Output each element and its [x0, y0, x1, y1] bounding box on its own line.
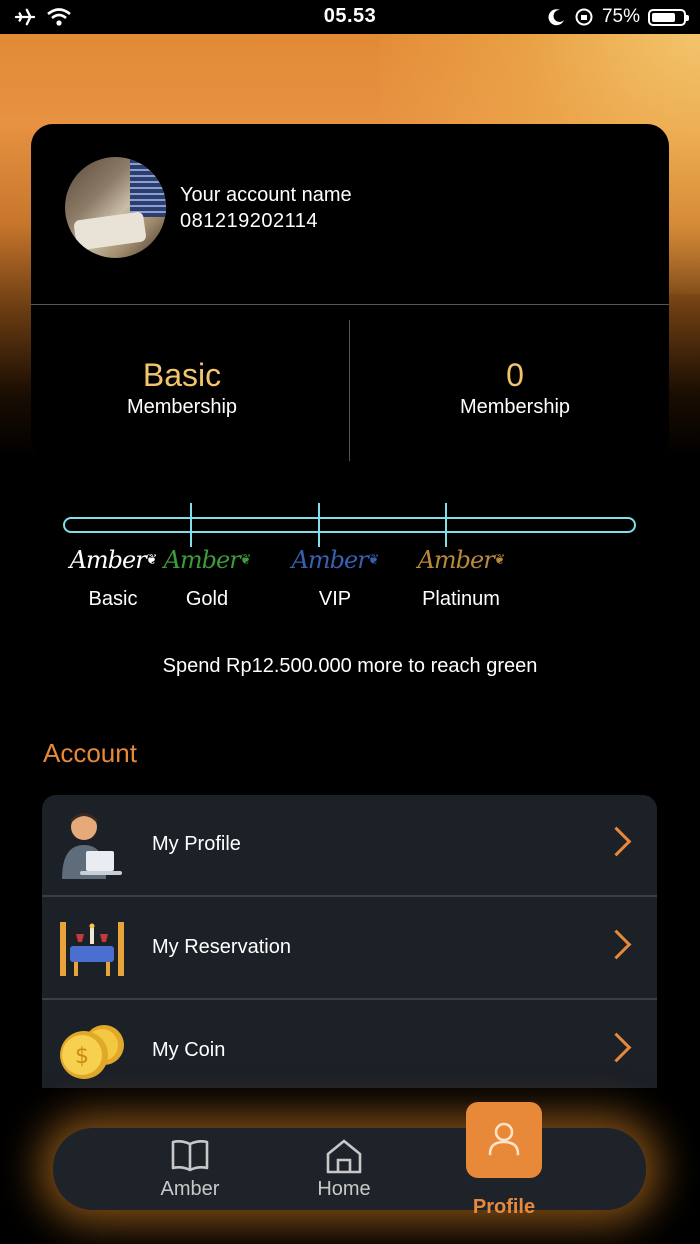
menu-item-my-profile[interactable]: My Profile: [42, 795, 657, 897]
moon-icon: [548, 9, 564, 26]
account-name: Your account name: [180, 184, 352, 206]
membership-tier-stat: Basic Membership: [32, 357, 332, 419]
nav-label-profile[interactable]: Profile: [454, 1196, 554, 1219]
section-title-account: Account: [43, 738, 137, 768]
book-icon: [171, 1140, 209, 1172]
account-card: Your account name 081219202114 Basic Mem…: [31, 124, 669, 461]
butterfly-icon: ❦: [239, 552, 252, 568]
person-laptop-icon: [62, 813, 122, 879]
menu-item-my-coin[interactable]: $ My Coin: [42, 1001, 657, 1088]
tier-vip: Amber❦ VIP: [280, 540, 390, 611]
status-bar: 05.53 75%: [0, 0, 700, 34]
butterfly-icon: ❦: [493, 552, 506, 568]
avatar-window: [130, 157, 166, 217]
avatar-bed: [73, 211, 147, 251]
battery-icon: [648, 8, 689, 26]
chevron-right-icon: [601, 826, 632, 857]
svg-text:$: $: [75, 1044, 89, 1069]
card-divider: [31, 304, 669, 305]
bottom-nav: Amber Home: [53, 1128, 646, 1210]
nav-item-amber[interactable]: Amber: [140, 1138, 240, 1201]
membership-tier-value: Basic: [142, 357, 222, 393]
menu-item-label: My Coin: [152, 1039, 226, 1061]
home-icon: [326, 1139, 362, 1174]
tier-label: Platinum: [422, 588, 500, 610]
tier-gold: Amber❦ Gold: [152, 540, 262, 611]
menu-item-my-reservation[interactable]: My Reservation: [42, 898, 657, 1000]
nav-label: Amber: [160, 1178, 220, 1200]
chevron-right-icon: [601, 929, 632, 960]
battery-fill: [652, 12, 675, 22]
spend-message: Spend Rp12.500.000 more to reach green: [162, 655, 538, 677]
tier-platinum: Amber❦ Platinum: [406, 540, 516, 611]
nav-item-home[interactable]: Home: [294, 1138, 394, 1201]
avatar[interactable]: [65, 157, 166, 258]
account-menu: My Profile My Reservation $ My Coin: [42, 795, 657, 1088]
tier-label: Gold: [185, 588, 229, 610]
tier-logo: Amber❦: [291, 546, 380, 574]
tier-logo: Amber❦: [163, 546, 252, 574]
nav-label: Home: [317, 1178, 371, 1200]
account-phone: 081219202114: [180, 210, 318, 232]
menu-item-label: My Profile: [152, 833, 241, 855]
chevron-right-icon: [601, 1032, 632, 1063]
membership-points-value: 0: [506, 357, 524, 393]
coins-icon: $: [60, 1025, 124, 1079]
menu-separator: [42, 895, 657, 897]
dining-table-icon: [60, 922, 124, 976]
tier-label: VIP: [318, 588, 352, 610]
butterfly-icon: ❦: [367, 552, 380, 568]
orientation-lock-icon: [575, 8, 593, 26]
menu-item-label: My Reservation: [152, 936, 291, 958]
battery-percent: 75%: [601, 6, 640, 27]
membership-progress-bar: [63, 517, 636, 533]
user-icon: [488, 1122, 520, 1156]
card-vertical-divider: [349, 320, 350, 461]
menu-separator: [42, 998, 657, 1000]
membership-tier-label: Membership: [126, 396, 238, 418]
status-right: 75%: [548, 6, 689, 28]
nav-item-profile[interactable]: [466, 1102, 542, 1178]
membership-points-label: Membership: [459, 396, 571, 418]
membership-points-stat: 0 Membership: [365, 357, 665, 419]
tier-logo: Amber❦: [417, 546, 506, 574]
